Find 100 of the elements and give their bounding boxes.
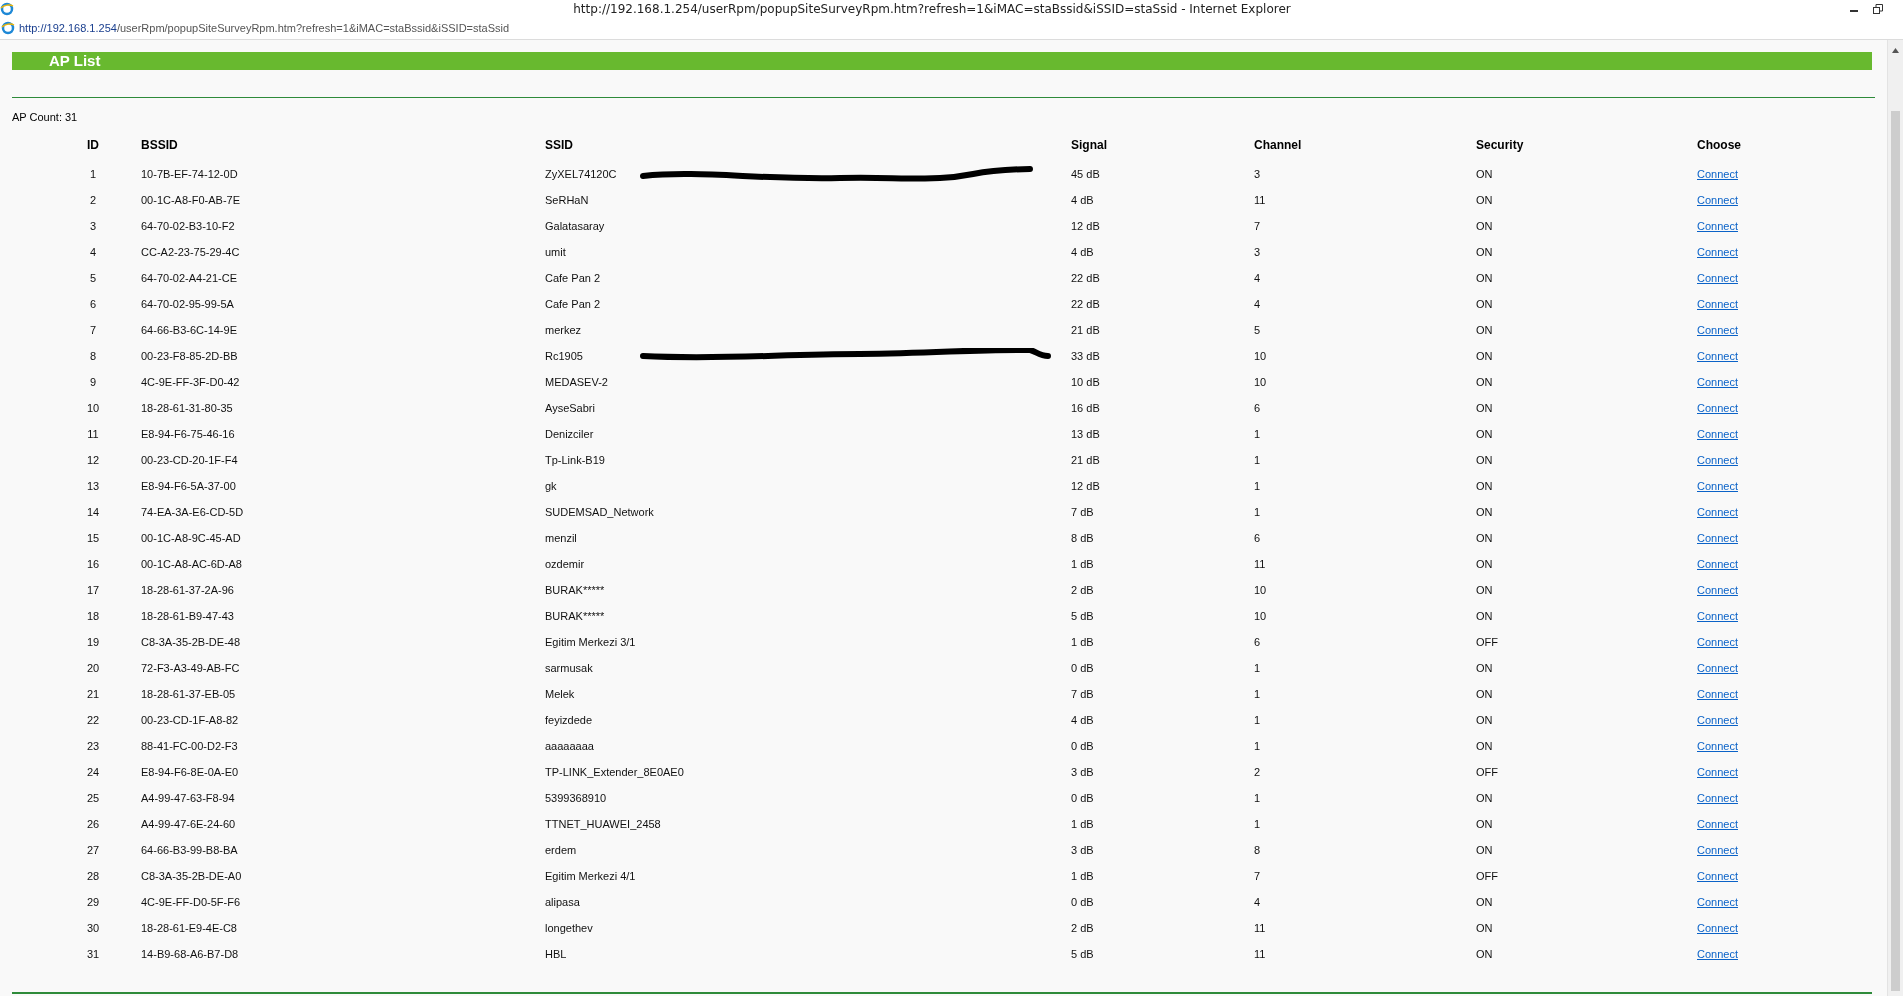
table-cell: 28 — [86, 870, 100, 882]
table-cell: aaaaaaaa — [545, 740, 594, 752]
table-cell: longethev — [545, 922, 593, 934]
table-cell: Cafe Pan 2 — [545, 272, 601, 284]
table-cell: 1 dB — [1071, 870, 1094, 882]
table-cell: ON — [1476, 740, 1493, 752]
connect-link[interactable]: Connect — [1697, 688, 1738, 700]
column-header: Channel — [1254, 138, 1303, 154]
table-cell: ON — [1476, 792, 1493, 804]
connect-link[interactable]: Connect — [1697, 506, 1738, 518]
connect-link[interactable]: Connect — [1697, 376, 1738, 388]
table-cell: 18-28-61-37-EB-05 — [141, 688, 236, 700]
connect-link[interactable]: Connect — [1697, 844, 1738, 856]
connect-link[interactable]: Connect — [1697, 480, 1738, 492]
browser-icon — [0, 1, 14, 16]
connect-link[interactable]: Connect — [1697, 272, 1738, 284]
table-cell: erdem — [545, 844, 577, 856]
table-cell: Galatasaray — [545, 220, 605, 232]
connect-link[interactable]: Connect — [1697, 558, 1738, 570]
table-cell: 64-66-B3-99-B8-BA — [141, 844, 238, 856]
connect-link[interactable]: Connect — [1697, 298, 1738, 310]
column-header: BSSID — [140, 138, 179, 154]
restore-icon[interactable] — [1873, 3, 1883, 14]
scroll-up-icon[interactable] — [1892, 48, 1899, 53]
table-cell: BURAK***** — [545, 610, 605, 622]
table-cell: 45 dB — [1071, 168, 1100, 180]
header-bar: AP List — [12, 52, 1872, 70]
table-cell: 10 — [1254, 350, 1267, 362]
table-cell: Egitim Merkezi 3/1 — [545, 636, 636, 648]
table-cell: 11 — [1254, 194, 1266, 206]
table-cell: 8 dB — [1071, 532, 1094, 544]
connect-link[interactable]: Connect — [1697, 948, 1738, 960]
table-cell: 3 dB — [1071, 844, 1094, 856]
table-cell: 1 dB — [1071, 558, 1094, 570]
connect-link[interactable]: Connect — [1697, 662, 1738, 674]
table-cell: 4 — [1254, 896, 1261, 908]
connect-link[interactable]: Connect — [1697, 818, 1738, 830]
table-cell: 17 — [86, 584, 100, 596]
table-cell: 64-70-02-B3-10-F2 — [141, 220, 235, 232]
table-cell: 18-28-61-37-2A-96 — [141, 584, 234, 596]
table-cell: 00-23-CD-20-1F-F4 — [141, 454, 238, 466]
table-cell: 64-66-B3-6C-14-9E — [141, 324, 237, 336]
table-cell: 2 — [89, 194, 97, 206]
table-cell: 00-1C-A8-AC-6D-A8 — [141, 558, 242, 570]
connect-link[interactable]: Connect — [1697, 428, 1738, 440]
table-cell: ON — [1476, 714, 1493, 726]
table-cell: ON — [1476, 428, 1493, 440]
table-cell: 0 dB — [1071, 792, 1094, 804]
connect-link[interactable]: Connect — [1697, 792, 1738, 804]
table-cell: sarmusak — [545, 662, 593, 674]
connect-link[interactable]: Connect — [1697, 610, 1738, 622]
table-cell: 22 dB — [1071, 272, 1100, 284]
table-cell: 1 — [1254, 818, 1261, 830]
table-cell: gk — [545, 480, 557, 492]
table-cell: 1 — [1254, 454, 1261, 466]
connect-link[interactable]: Connect — [1697, 532, 1738, 544]
table-cell: 5 — [1254, 324, 1261, 336]
connect-link[interactable]: Connect — [1697, 350, 1738, 362]
connect-link[interactable]: Connect — [1697, 168, 1738, 180]
connect-link[interactable]: Connect — [1697, 194, 1738, 206]
table-cell: 5 — [89, 272, 97, 284]
connect-link[interactable]: Connect — [1697, 324, 1738, 336]
table-cell: 7 — [89, 324, 97, 336]
table-cell: 21 dB — [1071, 324, 1100, 336]
connect-link[interactable]: Connect — [1697, 636, 1738, 648]
table-cell: 18 — [86, 610, 100, 622]
column-header: SSID — [545, 138, 574, 154]
connect-link[interactable]: Connect — [1697, 220, 1738, 232]
table-cell: 10 — [1254, 376, 1267, 388]
connect-link[interactable]: Connect — [1697, 584, 1738, 596]
address-url[interactable]: http://192.168.1.254/userRpm/popupSiteSurveyRpm.htm?refresh=1&iMAC=staBssid&iSSID=staSsid — [19, 22, 510, 34]
table-cell: 14-B9-68-A6-B7-D8 — [141, 948, 239, 960]
table-cell: 64-70-02-95-99-5A — [141, 298, 234, 310]
connect-link[interactable]: Connect — [1697, 246, 1738, 258]
table-cell: 30 — [86, 922, 100, 934]
connect-link[interactable]: Connect — [1697, 740, 1738, 752]
table-cell: 18-28-61-E9-4E-C8 — [141, 922, 237, 934]
connect-link[interactable]: Connect — [1697, 870, 1738, 882]
table-cell: 72-F3-A3-49-AB-FC — [141, 662, 240, 674]
connect-link[interactable]: Connect — [1697, 766, 1738, 778]
connect-link[interactable]: Connect — [1697, 896, 1738, 908]
connect-link[interactable]: Connect — [1697, 922, 1738, 934]
table-cell: ON — [1476, 480, 1493, 492]
table-cell: 74-EA-3A-E6-CD-5D — [141, 506, 244, 518]
table-cell: ON — [1476, 662, 1493, 674]
table-cell: 8 — [89, 350, 97, 362]
table-cell: 33 dB — [1071, 350, 1100, 362]
table-cell: 23 — [86, 740, 100, 752]
table-cell: umit — [545, 246, 566, 258]
connect-link[interactable]: Connect — [1697, 714, 1738, 726]
table-cell: 10 — [86, 402, 100, 414]
connect-link[interactable]: Connect — [1697, 402, 1738, 414]
scrollbar-thumb[interactable] — [1891, 111, 1900, 991]
table-cell: A4-99-47-6E-24-60 — [141, 818, 236, 830]
table-cell: 12 dB — [1071, 220, 1100, 232]
connect-link[interactable]: Connect — [1697, 454, 1738, 466]
table-cell: 00-1C-A8-F0-AB-7E — [141, 194, 241, 206]
table-cell: 1 — [1254, 506, 1261, 518]
table-cell: 4 dB — [1071, 714, 1094, 726]
table-cell: 16 dB — [1071, 402, 1100, 414]
